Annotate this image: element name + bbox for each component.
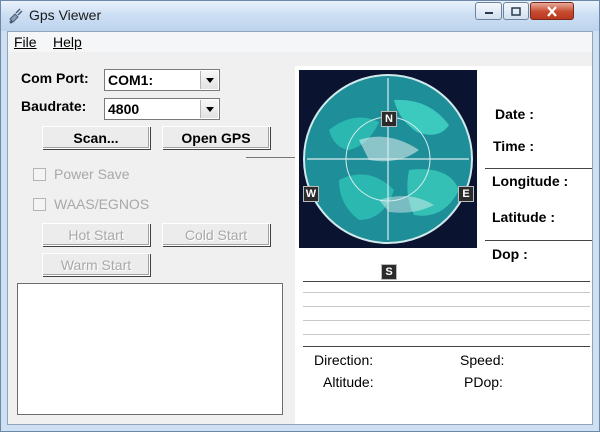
divider xyxy=(303,292,590,293)
altitude-label: Altitude: xyxy=(323,374,374,390)
speed-label: Speed: xyxy=(460,352,505,368)
menu-bar: File Help xyxy=(8,32,592,52)
divider xyxy=(303,346,590,347)
close-icon xyxy=(547,5,557,17)
waas-egnos-checkbox[interactable]: WAAS/EGNOS xyxy=(33,196,149,212)
compass-east: E xyxy=(458,186,474,202)
compass-west: W xyxy=(303,186,319,202)
baudrate-value: 4800 xyxy=(108,101,140,117)
divider xyxy=(303,320,590,321)
satellite-icon xyxy=(9,8,23,24)
longitude-label: Longitude : xyxy=(492,173,569,189)
divider xyxy=(246,157,296,158)
client-area: File Help Com Port: COM1: Baudrate: 4800… xyxy=(7,31,593,425)
latitude-label: Latitude : xyxy=(492,209,555,225)
com-port-label: Com Port: xyxy=(21,70,89,86)
com-port-select[interactable]: COM1: xyxy=(104,69,220,91)
dop-label: Dop : xyxy=(492,246,528,262)
divider xyxy=(485,168,592,169)
baudrate-label: Baudrate: xyxy=(21,98,87,114)
date-label: Date : xyxy=(495,106,534,122)
globe-icon xyxy=(299,70,477,248)
pdop-label: PDop: xyxy=(464,374,503,390)
chevron-down-icon[interactable] xyxy=(200,71,218,89)
maximize-button[interactable] xyxy=(503,2,529,20)
menu-help[interactable]: Help xyxy=(53,34,82,50)
chevron-down-icon[interactable] xyxy=(200,100,218,118)
west-label: W xyxy=(305,188,317,200)
app-window: Gps Viewer File Help Com Port: COM1: Bau… xyxy=(0,0,600,432)
open-gps-button[interactable]: Open GPS xyxy=(162,126,270,149)
close-button[interactable] xyxy=(530,2,574,20)
minimize-icon xyxy=(484,12,493,14)
divider xyxy=(303,281,590,282)
compass-north: N xyxy=(381,111,397,127)
divider xyxy=(303,306,590,307)
north-label: N xyxy=(385,113,393,125)
message-log[interactable] xyxy=(17,283,283,415)
divider xyxy=(485,240,592,241)
window-title: Gps Viewer xyxy=(29,7,102,23)
hot-start-button[interactable]: Hot Start xyxy=(42,223,150,246)
checkbox-box[interactable] xyxy=(33,197,46,211)
baudrate-select[interactable]: 4800 xyxy=(104,98,220,120)
time-label: Time : xyxy=(493,138,534,154)
waas-egnos-label: WAAS/EGNOS xyxy=(54,196,150,212)
gps-info-panel: N S W E Date : Time : Longitude : Latitu… xyxy=(295,66,592,424)
south-label: S xyxy=(385,266,393,278)
menu-file[interactable]: File xyxy=(14,34,37,50)
power-save-label: Power Save xyxy=(54,166,130,182)
compass-south: S xyxy=(381,264,397,280)
direction-label: Direction: xyxy=(314,352,374,368)
warm-start-button[interactable]: Warm Start xyxy=(42,253,150,276)
maximize-icon xyxy=(511,6,521,16)
east-label: E xyxy=(462,188,470,200)
divider xyxy=(303,334,590,335)
minimize-button[interactable] xyxy=(475,2,502,20)
checkbox-box[interactable] xyxy=(33,167,46,181)
com-port-value: COM1: xyxy=(108,72,154,88)
cold-start-button[interactable]: Cold Start xyxy=(162,223,270,246)
title-bar[interactable]: Gps Viewer xyxy=(1,1,599,31)
power-save-checkbox[interactable]: Power Save xyxy=(33,166,129,182)
scan-button[interactable]: Scan... xyxy=(42,126,150,149)
